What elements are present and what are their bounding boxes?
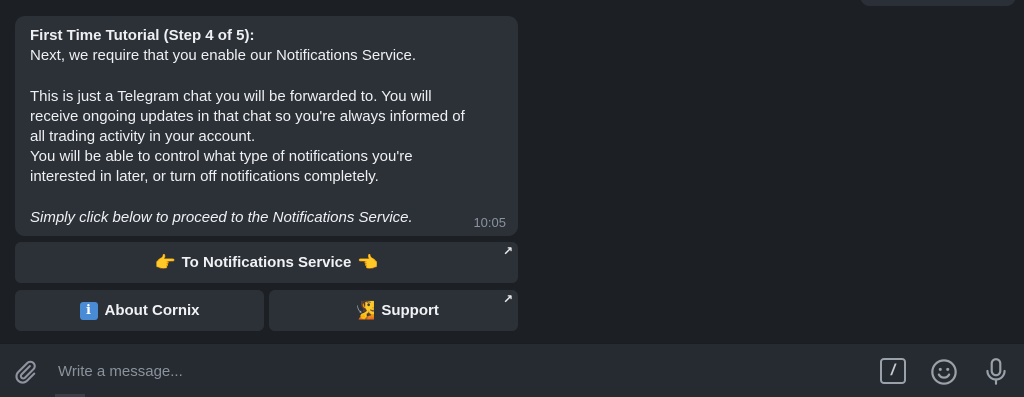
message-line: This is just a Telegram chat you will be…: [30, 88, 432, 105]
bot-message-bubble: First Time Tutorial (Step 4 of 5): Next,…: [15, 16, 518, 236]
button-label: To Notifications Service: [181, 254, 352, 271]
to-notifications-service-button[interactable]: 👉 To Notifications Service 👈 ↗: [15, 242, 518, 283]
support-person-icon: 🧏: [354, 300, 376, 320]
message-input[interactable]: [58, 360, 838, 382]
message-line: all trading activity in your account.: [30, 128, 256, 145]
message-timestamp: 10:05: [473, 215, 506, 230]
pointing-right-icon: 👉: [154, 252, 176, 272]
paperclip-icon[interactable]: [12, 359, 38, 385]
about-cornix-button[interactable]: i About Cornix: [15, 290, 264, 331]
external-link-icon: ↗: [502, 292, 513, 306]
message-composer: /: [0, 343, 1024, 397]
message-line: interested in later, or turn off notific…: [30, 168, 379, 185]
microphone-icon[interactable]: [983, 357, 1009, 387]
message-line: receive ongoing updates in that chat so …: [30, 108, 465, 125]
message-call-to-action: Simply click below to proceed to the Not…: [30, 209, 413, 226]
smile-icon[interactable]: [930, 358, 958, 386]
slash-command-icon[interactable]: /: [880, 358, 906, 384]
external-link-icon: ↗: [502, 244, 513, 258]
info-icon: i: [79, 301, 98, 320]
support-button[interactable]: 🧏 Support ↗: [269, 290, 518, 331]
message-line: You will be able to control what type of…: [30, 148, 413, 165]
pointing-left-icon: 👈: [357, 252, 379, 272]
message-title: First Time Tutorial (Step 4 of 5):: [30, 27, 255, 44]
previous-message-bubble: [860, 0, 1016, 6]
message-line: Next, we require that you enable our Not…: [30, 47, 417, 64]
button-label: Support: [381, 302, 439, 319]
chat-history: First Time Tutorial (Step 4 of 5): Next,…: [0, 0, 1024, 343]
button-label: About Cornix: [104, 302, 200, 319]
